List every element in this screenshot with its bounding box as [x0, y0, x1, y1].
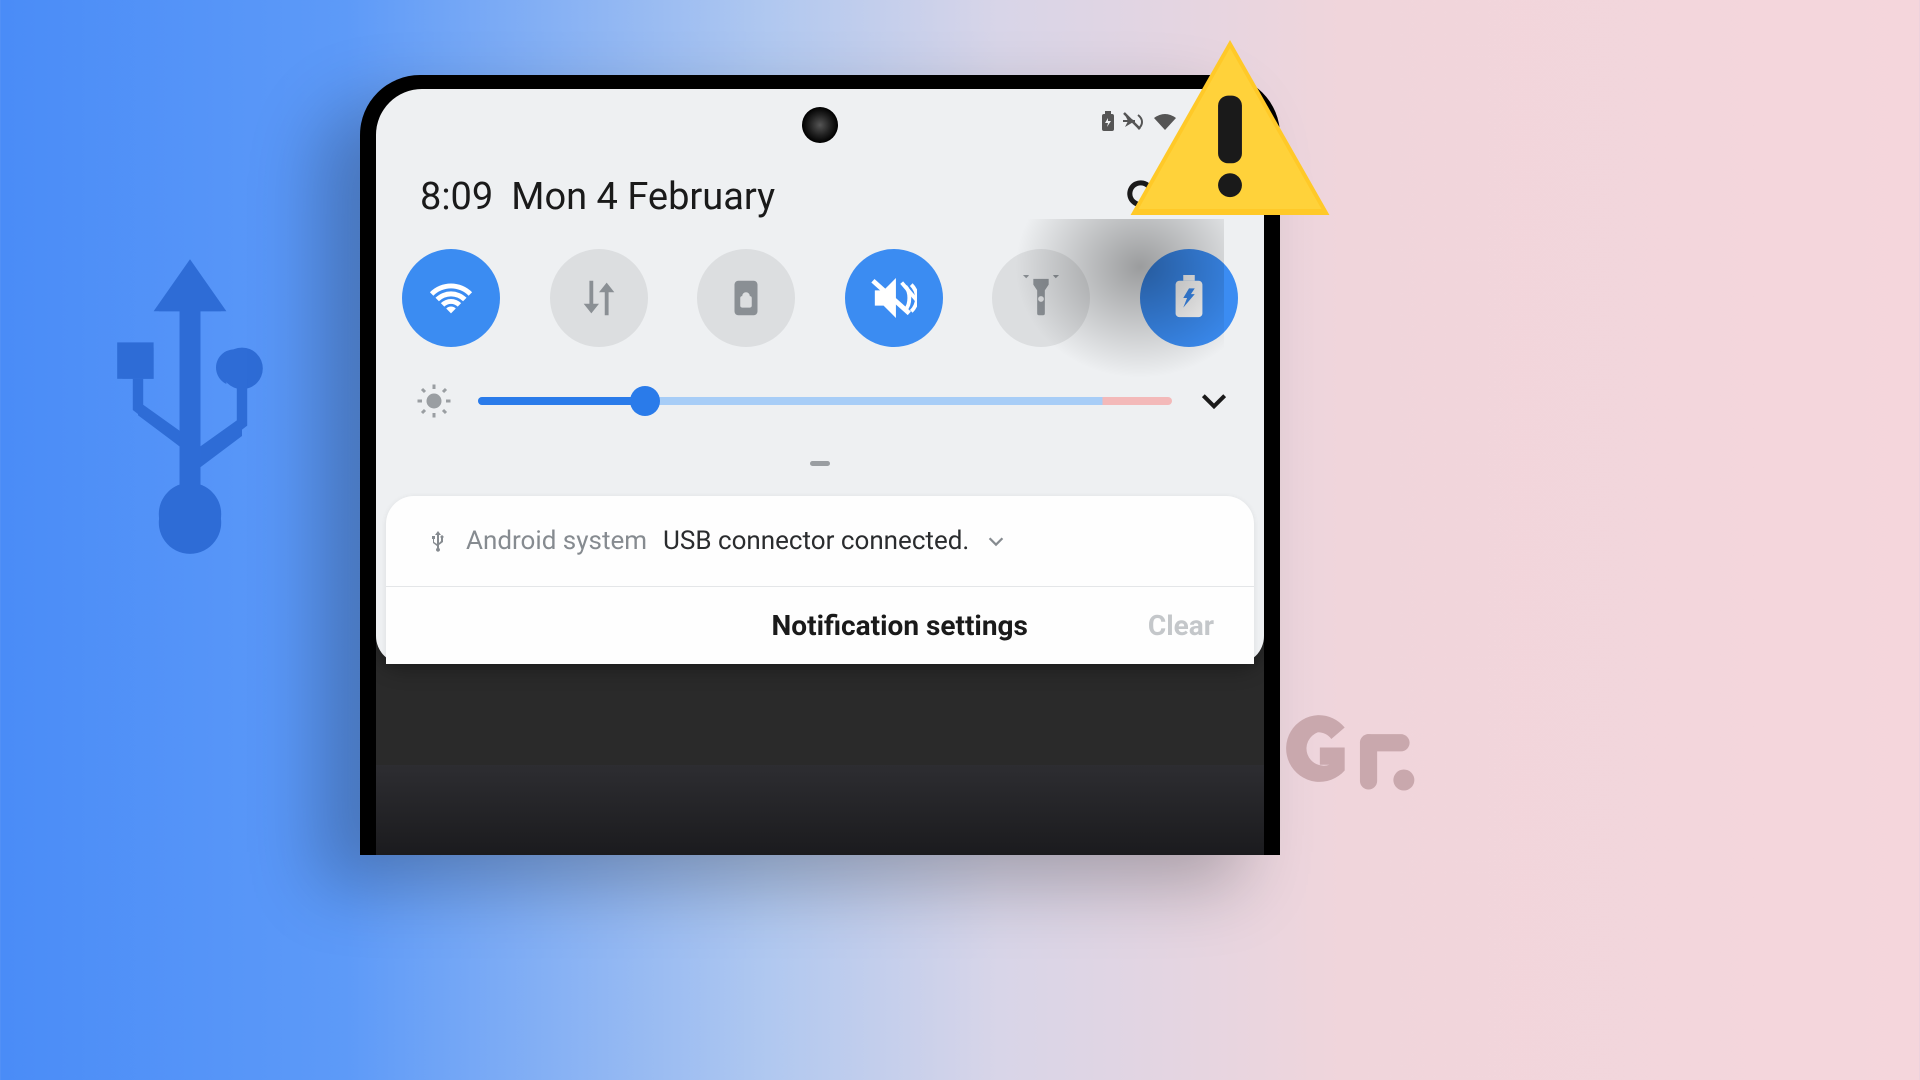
notification-settings-button[interactable]: Notification settings	[772, 609, 1028, 642]
toggle-rotation-lock[interactable]	[697, 249, 795, 347]
clear-button[interactable]: Clear	[1148, 609, 1214, 642]
warning-icon	[1130, 40, 1330, 215]
chevron-down-icon	[985, 530, 1007, 552]
chevron-down-icon	[1198, 385, 1230, 417]
brightness-slider[interactable]	[478, 389, 1172, 413]
toggle-battery-saver[interactable]	[1140, 249, 1238, 347]
notification-source: Android system	[466, 526, 647, 556]
toggle-mobile-data[interactable]	[550, 249, 648, 347]
gt-logo	[1271, 696, 1426, 801]
shade-drag-handle[interactable]	[810, 461, 830, 466]
notification-actions: Notification settings Clear	[386, 587, 1254, 664]
notification-message: USB connector connected.	[663, 526, 969, 556]
clock-time: 8:09	[420, 175, 493, 219]
brightness-icon	[416, 383, 452, 419]
notifications-panel: Android system USB connector connected. …	[386, 496, 1254, 664]
front-camera	[802, 107, 838, 143]
data-arrows-icon	[576, 275, 622, 321]
clock-date: Mon 4 February	[511, 175, 1106, 219]
home-background	[376, 765, 1264, 855]
usb-icon	[426, 529, 450, 553]
brightness-slider-thumb[interactable]	[630, 386, 660, 416]
notification-item[interactable]: Android system USB connector connected.	[386, 496, 1254, 587]
battery-recycle-icon	[1166, 275, 1212, 321]
flashlight-icon	[1018, 275, 1064, 321]
toggle-sound-vibrate[interactable]	[845, 249, 943, 347]
rotation-lock-icon	[723, 275, 769, 321]
toggle-flashlight[interactable]	[992, 249, 1090, 347]
quick-toggles-row	[376, 241, 1264, 365]
toggle-wifi[interactable]	[402, 249, 500, 347]
brightness-expand-button[interactable]	[1198, 385, 1230, 417]
battery-saving-status-icon	[1099, 111, 1117, 133]
notification-expand[interactable]	[985, 530, 1007, 552]
wifi-icon	[428, 275, 474, 321]
usb-background-icon	[60, 250, 320, 570]
vibrate-icon	[871, 275, 917, 321]
brightness-row	[376, 365, 1264, 433]
